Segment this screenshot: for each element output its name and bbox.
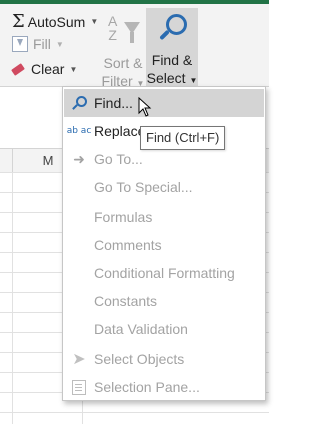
chevron-down-icon[interactable]: ▼: [69, 65, 77, 74]
menu-item-label: Constants: [94, 293, 158, 309]
menu-item-comments[interactable]: Comments: [64, 231, 264, 259]
find-select-label-1: Find &: [151, 52, 193, 68]
autosum-label: AutoSum: [27, 13, 86, 30]
chevron-down-icon[interactable]: ▼: [90, 17, 98, 26]
chevron-down-icon[interactable]: ▼: [56, 40, 64, 49]
sort-filter-icon: AZ: [103, 14, 143, 48]
editing-ribbon-group: Σ AutoSum ▼ Fill ▼ Clear ▼ AZ Sort & Fil…: [0, 0, 269, 89]
autosum-button[interactable]: Σ AutoSum ▼: [12, 11, 98, 32]
eraser-icon: [11, 62, 25, 76]
menu-item-label: Find...: [94, 95, 133, 111]
menu-item-data-validation[interactable]: Data Validation: [64, 315, 264, 343]
menu-icon-slot: [64, 315, 94, 343]
mouse-pointer-icon: [138, 97, 152, 117]
menu-icon-slot: ➜: [64, 145, 94, 173]
clear-label: Clear: [31, 61, 65, 77]
menu-item-label: Selection Pane...: [94, 379, 200, 395]
pointer-icon: ➤: [72, 351, 86, 368]
sort-filter-label-1: Sort &: [103, 55, 143, 71]
menu-icon-slot: [64, 287, 94, 315]
replace-icon: ab ac: [66, 125, 92, 136]
menu-item-label: Comments: [94, 237, 162, 253]
chevron-down-icon: ▼: [189, 76, 198, 85]
find-select-button[interactable]: Find & Select ▼: [146, 8, 198, 88]
menu-item-selection-pane[interactable]: Selection Pane...: [64, 373, 264, 401]
menu-item-label: Conditional Formatting: [94, 265, 235, 281]
sigma-icon: Σ: [12, 11, 25, 32]
menu-icon-slot: [64, 373, 94, 401]
menu-icon-slot: [64, 89, 94, 117]
menu-item-formulas[interactable]: Formulas: [64, 203, 264, 231]
find-tooltip: Find (Ctrl+F): [140, 126, 226, 150]
menu-item-label: Go To Special...: [94, 179, 193, 195]
menu-item-label: Data Validation: [94, 321, 188, 337]
menu-icon-slot: [64, 173, 94, 201]
fill-label: Fill: [33, 36, 51, 52]
fill-button[interactable]: Fill ▼: [12, 36, 64, 52]
menu-item-find[interactable]: Find...: [64, 89, 264, 117]
menu-icon-slot: ➤: [64, 345, 94, 373]
find-select-label-2-text: Select: [146, 70, 186, 86]
magnifier-icon: [152, 11, 192, 49]
menu-item-conditional-formatting[interactable]: Conditional Formatting: [64, 259, 264, 287]
menu-item-goto-special[interactable]: Go To Special...: [64, 173, 264, 201]
menu-icon-slot: [64, 259, 94, 287]
menu-item-select-objects[interactable]: ➤ Select Objects: [64, 345, 264, 373]
menu-icon-slot: ab ac: [64, 117, 94, 145]
fill-down-icon: [12, 36, 28, 52]
funnel-stem: [130, 32, 134, 43]
menu-item-label: Select Objects: [94, 351, 185, 367]
sort-az-glyph: AZ: [108, 13, 118, 43]
clear-button[interactable]: Clear ▼: [11, 61, 77, 77]
sort-filter-button[interactable]: AZ Sort & Filter ▼: [101, 12, 145, 89]
magnifier-handle: [159, 29, 170, 41]
menu-icon-slot: [64, 231, 94, 259]
menu-item-label: Formulas: [94, 209, 153, 225]
selection-pane-icon: [72, 379, 86, 395]
menu-item-label: Go To...: [94, 151, 143, 167]
magnifier-icon: [72, 96, 87, 110]
menu-icon-slot: [64, 203, 94, 231]
arrow-right-icon: ➜: [73, 150, 85, 167]
menu-item-constants[interactable]: Constants: [64, 287, 264, 315]
